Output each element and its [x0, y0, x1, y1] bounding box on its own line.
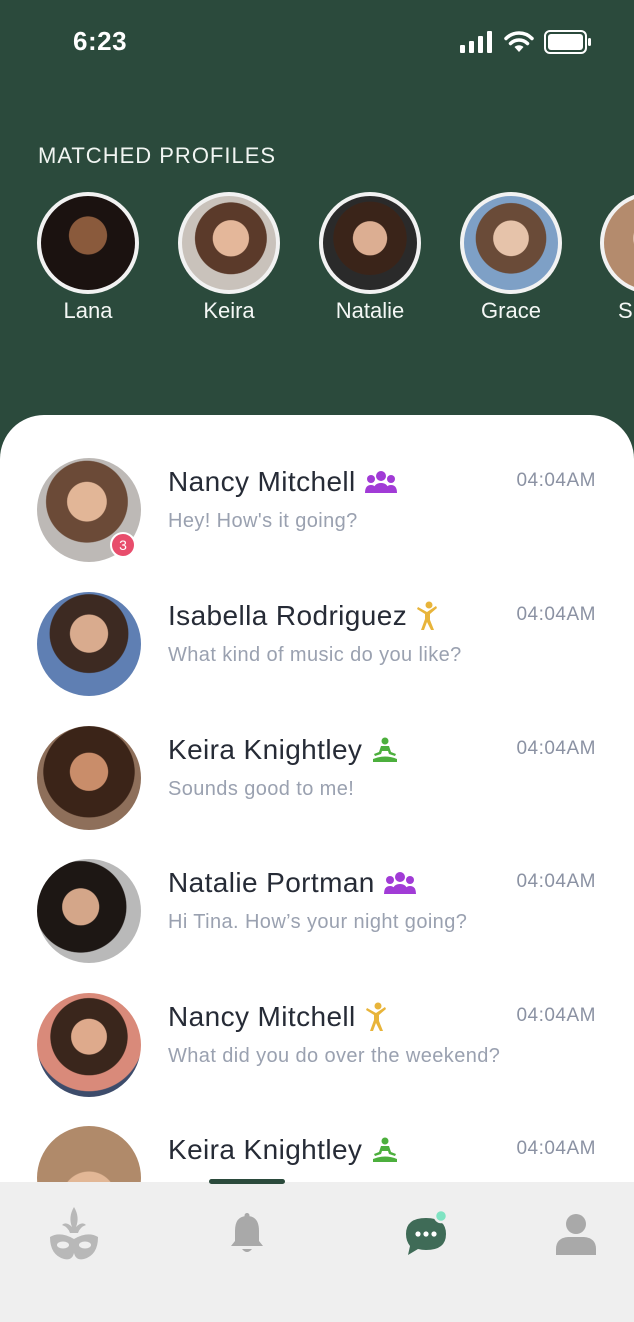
group-icon: [364, 471, 397, 493]
chat-name: Isabella Rodriguez: [168, 600, 441, 632]
chat-time: 04:04AM: [516, 604, 596, 625]
chat-name: Nancy Mitchell: [168, 466, 398, 498]
chat-name: Keira Knightley: [168, 734, 400, 766]
chat-preview: What did you do over the weekend?: [168, 1045, 501, 1067]
chat-name: Natalie Portman: [168, 867, 417, 899]
chat-name-text: Keira Knightley: [168, 734, 363, 765]
chat-list: 3 Nancy Mitchell 04:04AM Hey! How's it g…: [0, 415, 634, 1195]
matched-profiles-carousel[interactable]: Lana Keira Natalie Grace S: [0, 192, 634, 332]
chat-name-text: Isabella Rodriguez: [168, 600, 408, 631]
tab-notifications[interactable]: [217, 1204, 277, 1264]
chat-preview: Hey! How's it going?: [168, 510, 358, 532]
bell-icon: [231, 1213, 263, 1252]
group-icon: [383, 872, 416, 894]
chat-row[interactable]: Nancy Mitchell 04:04AM What did you do o…: [0, 993, 634, 1127]
profile-keira[interactable]: Keira: [178, 192, 280, 324]
unread-badge: 3: [110, 532, 136, 558]
profile-name: Natalie: [335, 298, 405, 323]
chat-preview: What kind of music do you like?: [168, 644, 462, 666]
chat-row[interactable]: 3 Nancy Mitchell 04:04AM Hey! How's it g…: [0, 458, 634, 592]
chat-name: Keira Knightley: [168, 1134, 400, 1166]
profile-lana[interactable]: Lana: [37, 192, 139, 324]
chat-row[interactable]: Natalie Portman 04:04AM Hi Tina. How’s y…: [0, 859, 634, 993]
chat-time: 04:04AM: [516, 871, 596, 892]
avatar: [37, 993, 141, 1097]
avatar: [37, 592, 141, 696]
header: 6:23 MATCHED PROFILES Lana Keira Natalie…: [0, 0, 634, 460]
profile-name: Lana: [63, 298, 113, 323]
chat-time: 04:04AM: [516, 738, 596, 759]
profile-name: Keira: [203, 298, 255, 323]
status-time: 6:23: [73, 26, 128, 56]
profile-photo: [182, 196, 276, 290]
chat-icon: [406, 1210, 449, 1255]
chat-time: 04:04AM: [516, 1138, 596, 1159]
chat-name: Nancy Mitchell: [168, 1001, 390, 1033]
matched-profiles-title: MATCHED PROFILES: [38, 143, 277, 168]
yoga-icon: [373, 737, 398, 762]
yoga-icon: [373, 1137, 398, 1162]
avatar: [37, 726, 141, 830]
chat-name-text: Keira Knightley: [168, 1134, 363, 1165]
profile-photo: [41, 196, 135, 290]
profile-natalie[interactable]: Natalie: [319, 192, 421, 324]
tab-indicator: [209, 1179, 285, 1184]
profile-photo: [323, 196, 417, 290]
chat-name-text: Natalie Portman: [168, 867, 375, 898]
chat-name-text: Nancy Mitchell: [168, 466, 356, 497]
tab-home[interactable]: [44, 1204, 104, 1264]
signal-icon: [460, 31, 492, 53]
chat-preview: Hi Tina. How’s your night going?: [168, 911, 468, 933]
status-icons: [460, 30, 592, 54]
avatar: [37, 859, 141, 963]
chat-row[interactable]: Isabella Rodriguez 04:04AM What kind of …: [0, 592, 634, 726]
tab-profile[interactable]: [546, 1204, 606, 1264]
battery-icon: [544, 30, 591, 54]
profile-grace[interactable]: Grace: [460, 192, 562, 324]
profile-partial[interactable]: S: [600, 192, 634, 324]
profile-photo: [464, 196, 558, 290]
chat-preview: Sounds good to me!: [168, 778, 355, 800]
profile-icon: [556, 1214, 596, 1255]
dance-icon: [417, 601, 438, 630]
profile-name: Grace: [481, 298, 541, 323]
dance-icon: [365, 1002, 386, 1031]
chat-time: 04:04AM: [516, 470, 596, 491]
chat-name-text: Nancy Mitchell: [168, 1001, 356, 1032]
chat-row[interactable]: Keira Knightley 04:04AM Sounds good to m…: [0, 726, 634, 860]
wifi-icon: [504, 31, 534, 52]
bottom-tab-bar: [0, 1179, 634, 1322]
chat-time: 04:04AM: [516, 1005, 596, 1026]
profile-name: S: [618, 298, 633, 323]
tab-chats[interactable]: [394, 1204, 454, 1264]
mask-icon: [50, 1207, 98, 1260]
profile-photo: [604, 196, 634, 290]
